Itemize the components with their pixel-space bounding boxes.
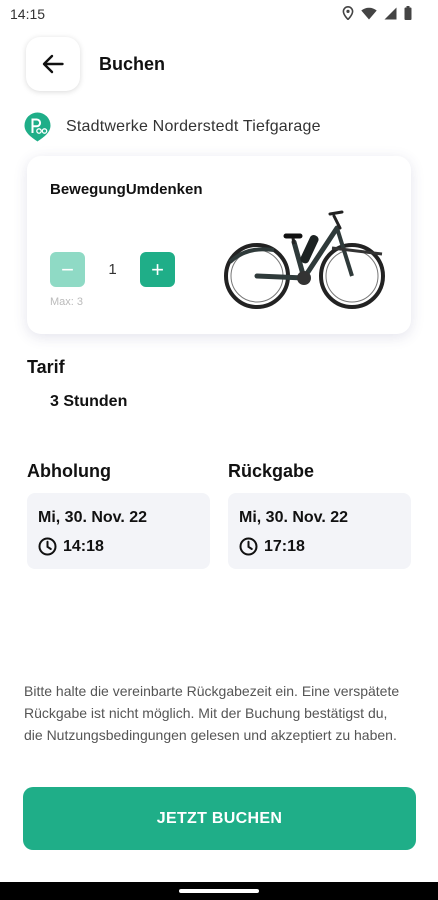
system-nav-bar <box>0 882 438 900</box>
back-button[interactable] <box>26 37 80 91</box>
status-icons <box>342 6 412 20</box>
page-title: Buchen <box>99 53 166 74</box>
signal-icon <box>384 7 397 19</box>
status-bar: 14:15 <box>0 0 438 30</box>
location-icon <box>342 6 354 20</box>
pickup-time-row: 14:18 <box>38 537 104 556</box>
bike-card: BewegungUmdenken − 1 + Max: 3 <box>27 156 411 334</box>
quantity-stepper: − 1 + <box>50 252 175 287</box>
e-bike-image <box>224 210 385 309</box>
quantity-value: 1 <box>108 261 117 278</box>
decrease-button[interactable]: − <box>50 252 85 287</box>
max-quantity-label: Max: 3 <box>50 296 84 308</box>
return-notice: Bitte halte die vereinbarte Rückgabezeit… <box>24 683 400 743</box>
arrow-left-icon <box>42 54 64 74</box>
return-label: Rückgabe <box>228 461 315 481</box>
bike-station-icon <box>24 112 51 142</box>
return-date: Mi, 30. Nov. 22 <box>239 509 349 526</box>
header: Buchen <box>26 36 418 92</box>
tarif-label: Tarif <box>27 357 65 377</box>
location-name: Stadtwerke Norderstedt Tiefgarage <box>66 118 321 135</box>
clock-icon <box>38 537 57 556</box>
pickup-label: Abholung <box>27 461 111 481</box>
battery-icon <box>404 6 412 20</box>
bike-name: BewegungUmdenken <box>50 181 203 198</box>
tarif-value[interactable]: 3 Stunden <box>50 393 127 411</box>
home-handle[interactable] <box>179 889 259 893</box>
return-time-row: 17:18 <box>239 537 305 556</box>
book-now-button[interactable]: JETZT BUCHEN <box>23 787 416 850</box>
pickup-date-box[interactable]: Mi, 30. Nov. 22 14:18 <box>27 493 210 569</box>
pickup-date: Mi, 30. Nov. 22 <box>38 509 148 526</box>
increase-button[interactable]: + <box>140 252 175 287</box>
location-row: Stadtwerke Norderstedt Tiefgarage <box>24 112 321 142</box>
status-time: 14:15 <box>10 6 46 22</box>
pickup-time: 14:18 <box>63 537 104 555</box>
return-date-box[interactable]: Mi, 30. Nov. 22 17:18 <box>228 493 411 569</box>
return-time: 17:18 <box>264 537 305 555</box>
wifi-icon <box>361 7 377 19</box>
clock-icon <box>239 537 258 556</box>
